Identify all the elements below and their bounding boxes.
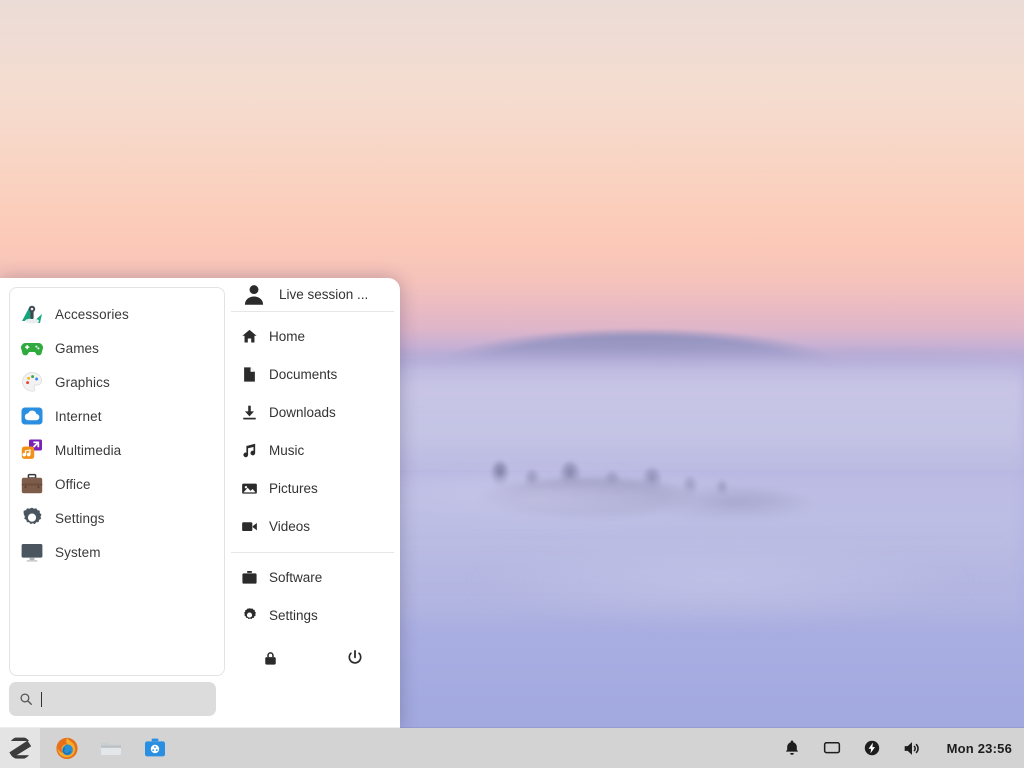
notifications-button[interactable] [781,737,803,759]
firefox-launcher[interactable] [52,733,82,763]
zorin-logo-icon [7,735,33,761]
system-icon [20,540,44,564]
power-icon [346,649,364,667]
speaker-icon [902,739,921,758]
display-button[interactable] [821,737,843,759]
place-item-videos[interactable]: Videos [225,508,400,546]
user-session-label: Live session ... [279,287,369,303]
bell-icon [783,739,801,757]
games-icon [20,336,44,360]
volume-button[interactable] [901,737,923,759]
lock-button[interactable] [256,643,286,673]
category-label: Office [55,476,91,492]
search-input[interactable] [9,682,216,716]
graphics-icon [20,370,44,394]
folder-icon [98,735,124,761]
place-label: Downloads [269,405,336,421]
monitor-icon [823,739,841,757]
system-item-software[interactable]: Software [225,558,400,596]
wallpaper-fog-bottom [400,520,1024,660]
category-label: System [55,544,101,560]
multimedia-icon [20,438,44,462]
application-menu: Accessories Games Graphics Internet Mult… [0,278,400,728]
category-item-internet[interactable]: Internet [10,399,224,433]
software-center-icon [142,735,168,761]
category-label: Settings [55,510,105,526]
category-label: Multimedia [55,442,122,458]
place-item-pictures[interactable]: Pictures [225,470,400,508]
place-label: Videos [269,519,311,535]
internet-icon [20,404,44,428]
category-label: Internet [55,408,102,424]
menu-right-column: Live session ... Home Documents Download… [225,278,400,676]
accessories-icon [20,302,44,326]
category-item-graphics[interactable]: Graphics [10,365,224,399]
place-label: Documents [269,367,338,383]
menu-left-column: Accessories Games Graphics Internet Mult… [0,278,225,676]
category-label: Games [55,340,100,356]
category-list: Accessories Games Graphics Internet Mult… [9,287,225,676]
category-item-system[interactable]: System [10,535,224,569]
menu-body: Accessories Games Graphics Internet Mult… [0,278,400,676]
category-item-accessories[interactable]: Accessories [10,297,224,331]
system-item-settings[interactable]: Settings [225,596,400,634]
category-label: Graphics [55,374,110,390]
place-label: Pictures [269,481,318,497]
clock[interactable]: Mon 23:56 [941,741,1012,756]
category-item-office[interactable]: Office [10,467,224,501]
document-icon [241,366,258,383]
user-avatar-icon [241,282,267,308]
power-button[interactable] [340,643,370,673]
place-item-documents[interactable]: Documents [225,356,400,394]
system-label: Settings [269,607,318,623]
taskbar: Mon 23:56 [0,728,1024,768]
taskbar-launchers [52,733,170,763]
system-list: Software Settings [225,552,400,640]
places-list: Home Documents Downloads Music Pictures … [225,312,400,552]
menu-actions [225,640,400,676]
power-status-button[interactable] [861,737,883,759]
taskbar-tray: Mon 23:56 [781,737,1024,759]
firefox-icon [54,735,80,761]
settings-icon [20,506,44,530]
search-icon [19,692,33,706]
menu-search-area [0,676,225,728]
software-center-launcher[interactable] [140,733,170,763]
video-camera-icon [241,518,258,535]
category-label: Accessories [55,306,129,322]
file-manager-launcher[interactable] [96,733,126,763]
place-item-downloads[interactable]: Downloads [225,394,400,432]
gear-icon [241,607,258,624]
user-session-item[interactable]: Live session ... [225,278,400,311]
place-item-home[interactable]: Home [225,318,400,356]
start-menu-button[interactable] [0,728,40,768]
place-item-music[interactable]: Music [225,432,400,470]
place-label: Music [269,443,305,459]
category-item-settings[interactable]: Settings [10,501,224,535]
system-label: Software [269,569,323,585]
category-item-games[interactable]: Games [10,331,224,365]
office-icon [20,472,44,496]
text-cursor [41,691,42,707]
search-value [41,682,206,716]
picture-icon [241,480,258,497]
category-item-multimedia[interactable]: Multimedia [10,433,224,467]
lock-icon [262,650,279,667]
battery-charging-icon [863,739,881,757]
briefcase-icon [241,569,258,586]
music-note-icon [241,442,258,459]
place-label: Home [269,329,306,345]
home-icon [241,328,258,345]
download-icon [241,404,258,421]
